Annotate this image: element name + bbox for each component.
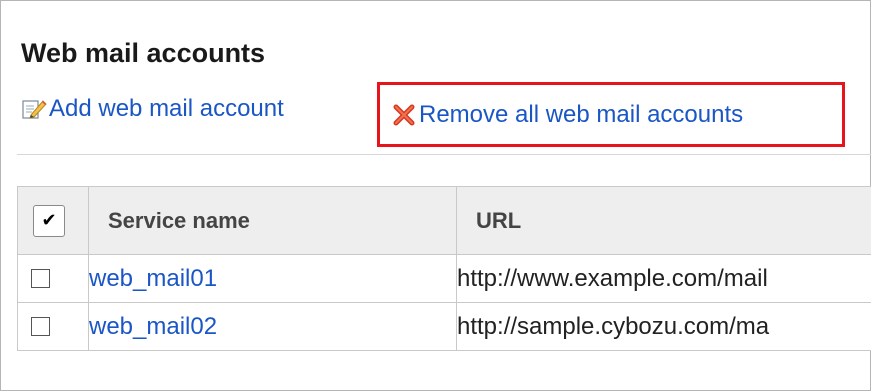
table-row: web_mail02 http://sample.cybozu.com/ma (17, 302, 871, 351)
column-header-service-name: Service name (88, 186, 457, 255)
remove-all-web-mail-accounts-label: Remove all web mail accounts (419, 100, 744, 128)
web-mail-accounts-panel: Web mail accounts Add web mail account R… (0, 0, 871, 391)
row-checkbox-cell (17, 254, 89, 303)
row-checkbox[interactable] (31, 317, 50, 336)
row-checkbox[interactable] (31, 269, 50, 288)
select-all-checkbox[interactable]: ✔ (33, 204, 65, 237)
service-name-link[interactable]: web_mail01 (90, 265, 218, 292)
url-cell: http://www.example.com/mail (456, 254, 871, 303)
web-mail-accounts-table: ✔ Service name URL web_mail01 http://www… (17, 186, 871, 351)
service-name-cell: web_mail01 (88, 254, 457, 303)
checkmark-icon: ✔ (41, 210, 57, 230)
table-row: web_mail01 http://www.example.com/mail (17, 254, 871, 303)
url-cell: http://sample.cybozu.com/ma (456, 302, 871, 351)
add-web-mail-account-label: Add web mail account (49, 95, 284, 122)
red-x-icon (393, 104, 415, 125)
column-header-url: URL (456, 186, 871, 255)
remove-all-web-mail-accounts-link[interactable]: Remove all web mail accounts (377, 82, 845, 147)
edit-pencil-icon (22, 100, 47, 119)
table-header-row: ✔ Service name URL (17, 186, 871, 255)
add-web-mail-account-link[interactable]: Add web mail account (21, 95, 284, 123)
row-checkbox-cell (17, 302, 89, 351)
page-title: Web mail accounts (21, 38, 266, 68)
service-name-link[interactable]: web_mail02 (90, 313, 218, 340)
service-name-cell: web_mail02 (88, 302, 457, 351)
divider (17, 154, 871, 155)
select-all-cell: ✔ (17, 186, 89, 255)
